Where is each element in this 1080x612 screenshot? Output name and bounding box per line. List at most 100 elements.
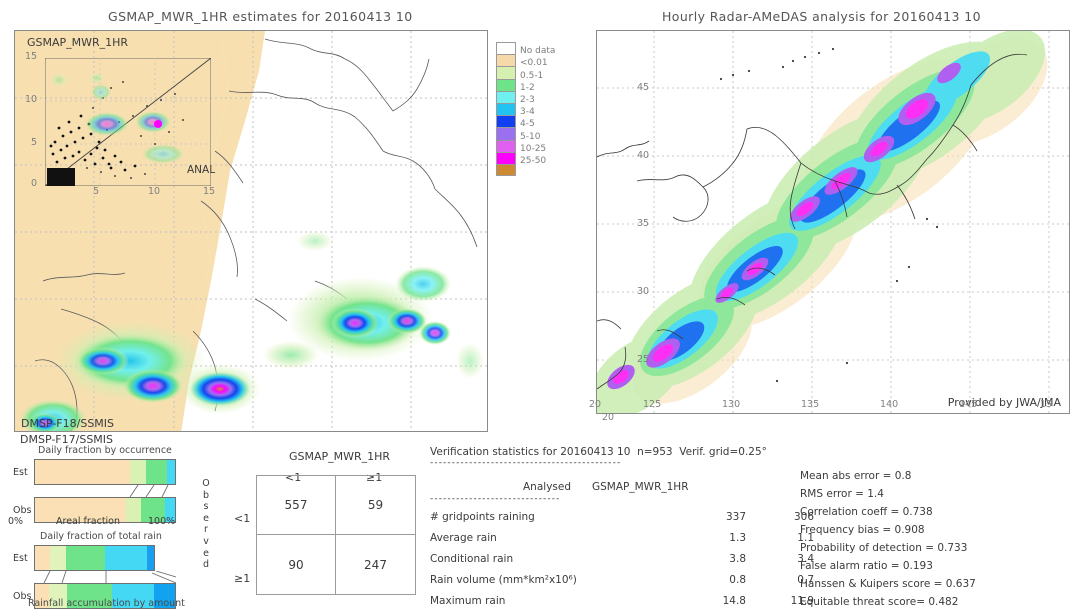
colorbar-swatch-2	[496, 66, 516, 79]
occurrence-x-right: 100%	[148, 516, 176, 527]
observed-letter-3: e	[203, 512, 209, 524]
colorbar-swatch-3	[496, 78, 516, 91]
occ-est-segment-3	[166, 460, 175, 484]
contingency-header: GSMAP_MWR_1HR	[289, 450, 391, 463]
tot-est-segment-3	[105, 546, 147, 570]
inset-ytick-0: 0	[31, 178, 38, 189]
verification-row-label-4: Maximum rain	[430, 595, 506, 607]
contingency-cell-1-1: 247	[364, 557, 387, 572]
right-xtick-140: 140	[880, 399, 899, 410]
verification-row-analysed-1: 1.3	[729, 532, 746, 544]
verification-divider-1: ----------------------------------------…	[430, 458, 622, 468]
occurrence-chart-caption: Daily fraction by occurrence	[38, 445, 172, 456]
occ-est-segment-2	[145, 460, 167, 484]
observed-letter-2: s	[203, 501, 209, 513]
colorbar-swatch-5	[496, 102, 516, 116]
score-frequency-bias: Frequency bias = 0.908	[800, 524, 925, 536]
inset-xtick-15: 15	[203, 186, 216, 197]
colorbar-swatch-1	[496, 54, 516, 67]
tot-est-segment-4	[146, 546, 154, 570]
right-ytick-35: 35	[637, 218, 650, 229]
contingency-cell-1-0: 90	[257, 535, 336, 594]
right-ytick-40: 40	[637, 150, 650, 161]
colorbar-swatch-6	[496, 115, 516, 128]
screenshot-root: GSMAP_MWR_1HR estimates for 20160413 10	[0, 0, 1080, 612]
sensor-label-inside: DMSP-F18/SSMIS	[21, 417, 115, 430]
verification-divider-2: ------------------------------	[430, 494, 561, 504]
right-map-panel: Provided by JWA/JMA	[596, 30, 1070, 414]
verification-row-analysed-0: 337	[725, 511, 746, 523]
total-rain-bottom-caption: Rainfall accumulation by amount	[28, 598, 185, 609]
contingency-table: 557 59 90 247	[256, 475, 416, 595]
observed-letter-6: e	[203, 547, 209, 559]
observed-letter-1: b	[202, 489, 210, 501]
occurrence-est-label: Est	[13, 467, 28, 478]
verification-row-label-0: # gridpoints raining	[430, 511, 535, 523]
right-ytick-25: 25	[637, 354, 650, 365]
right-xtick-120: 20	[589, 399, 602, 410]
total-rain-est-bar	[34, 545, 155, 571]
score-equitable-threat: Equitable threat score= 0.482	[800, 596, 959, 608]
right-xtick-125: 125	[643, 399, 662, 410]
colorbar-swatch-0	[496, 42, 516, 55]
total-rain-chart-caption: Daily fraction of total rain	[40, 531, 162, 542]
colorbar-label-2: 0.5-1	[520, 70, 544, 81]
verification-row-label-2: Conditional rain	[430, 553, 514, 565]
occ-obs-segment-1	[126, 498, 142, 522]
inset-axis-label-anal: ANAL	[187, 164, 216, 176]
tot-est-segment-0	[35, 546, 51, 570]
contingency-row-header-ge1: ≥1	[234, 572, 251, 585]
inset-xtick-10: 10	[148, 186, 161, 197]
inset-ytick-15: 15	[25, 51, 38, 62]
contingency-cell-0-0: 557	[257, 476, 336, 535]
right-ytick-30: 30	[637, 286, 650, 297]
score-mean-abs-error: Mean abs error = 0.8	[800, 470, 912, 482]
score-correlation-coeff: Correlation coeff = 0.738	[800, 506, 933, 518]
right-panel-title: Hourly Radar-AMeDAS analysis for 2016041…	[662, 9, 981, 24]
verification-row-label-3: Rain volume (mm*km²x10⁶)	[430, 574, 577, 586]
left-map-panel: 15 10 5 0 5 10 15 GSMAP_MWR_1HR ANAL DMS…	[14, 30, 488, 432]
colorbar-swatch-9	[496, 151, 516, 164]
colorbar	[496, 42, 516, 177]
colorbar-swatch-7	[496, 127, 516, 140]
inset-ytick-10: 10	[25, 94, 38, 105]
colorbar-label-6: 4-5	[520, 119, 535, 130]
tot-est-segment-2	[65, 546, 106, 570]
observed-letter-7: d	[202, 559, 210, 571]
score-hanssen-kuipers: Hanssen & Kuipers score = 0.637	[800, 578, 976, 590]
colorbar-label-0: No data	[520, 46, 556, 57]
right-xtick-130: 130	[722, 399, 741, 410]
occurrence-est-bar	[34, 459, 176, 485]
contingency-axis-label-observed: Observed	[200, 478, 212, 571]
colorbar-label-5: 3-4	[520, 107, 535, 118]
colorbar-label-9: 25-50	[520, 156, 547, 166]
colorbar-label-4: 2-3	[520, 95, 535, 105]
right-map-graphics	[597, 31, 1069, 413]
occ-est-segment-1	[130, 460, 146, 484]
verification-row-analysed-2: 3.8	[729, 553, 746, 565]
colorbar-label-3: 1-2	[520, 82, 535, 93]
verification-row-analysed-3: 0.8	[729, 574, 746, 586]
score-false-alarm-ratio: False alarm ratio = 0.193	[800, 560, 933, 572]
occurrence-connector-lines	[129, 485, 169, 497]
verification-row-label-1: Average rain	[430, 532, 497, 544]
observed-letter-4: r	[204, 524, 208, 536]
score-probability-of-detection: Probability of detection = 0.733	[800, 542, 968, 554]
inset-xtick-5: 5	[93, 186, 100, 197]
occurrence-x-center: Areal fraction	[56, 516, 121, 527]
colorbar-label-1: <0.01	[520, 58, 548, 69]
occurrence-x-left: 0%	[8, 516, 24, 527]
verification-col-product: GSMAP_MWR_1HR	[592, 481, 689, 493]
right-corner-tick: 20	[602, 412, 615, 423]
verification-col-analysed: Analysed	[523, 481, 571, 493]
score-rms-error: RMS error = 1.4	[800, 488, 884, 500]
right-ytick-45: 45	[637, 82, 650, 93]
inset-product-label: GSMAP_MWR_1HR	[27, 36, 129, 49]
contingency-cell-0-1: 59	[336, 476, 415, 535]
verification-row-analysed-4: 14.8	[722, 595, 746, 607]
observed-letter-5: v	[203, 535, 209, 547]
occurrence-obs-label: Obs	[13, 505, 32, 516]
observed-letter-0: O	[202, 478, 210, 489]
colorbar-label-7: 5-10	[520, 131, 541, 142]
colorbar-swatch-10	[496, 163, 516, 177]
